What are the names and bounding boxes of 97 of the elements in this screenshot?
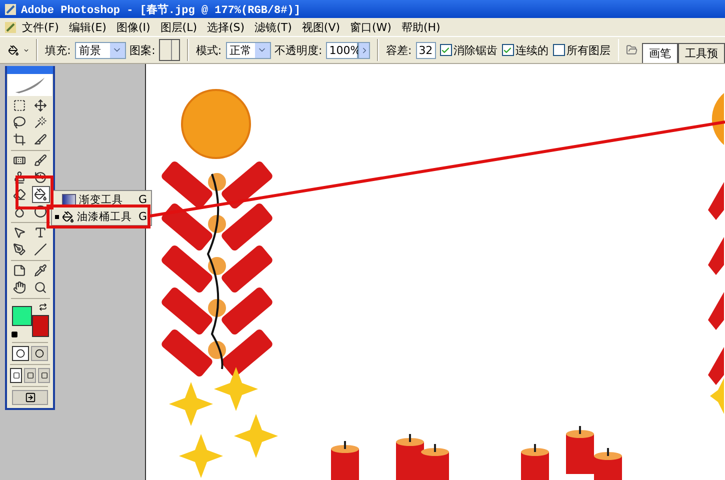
pen-icon xyxy=(13,243,26,256)
foreground-swatch[interactable] xyxy=(12,306,32,326)
lasso-icon xyxy=(13,116,26,130)
mask-mode-button[interactable] xyxy=(31,346,48,361)
brush-icon xyxy=(34,154,47,168)
magic-wand-icon xyxy=(34,116,47,130)
caret-icon xyxy=(110,42,125,58)
screen-mode-button[interactable] xyxy=(10,368,22,383)
tool-button[interactable] xyxy=(10,279,28,296)
shortcut-label: G xyxy=(138,193,147,206)
paint-bucket-icon xyxy=(34,188,47,202)
opacity-label: 不透明度: xyxy=(274,42,322,58)
shortcut-label: G xyxy=(138,210,147,223)
menu-item[interactable]: 图层(L) xyxy=(155,20,202,34)
mode-label: 模式: xyxy=(196,42,222,58)
mode-dropdown[interactable]: 正常 xyxy=(226,42,271,58)
menu-item[interactable]: 选择(S) xyxy=(202,20,250,34)
magnifier-icon xyxy=(34,281,47,294)
candle-drawing xyxy=(521,444,549,480)
arrow-right-icon[interactable] xyxy=(358,42,370,58)
app-icon xyxy=(4,2,17,16)
tool-button[interactable] xyxy=(10,241,28,258)
window-title: Adobe Photoshop - [春节.jpg @ 177%(RGB/8#)] xyxy=(21,2,300,16)
menu-item-label: 油漆桶工具 xyxy=(77,210,132,224)
note-icon xyxy=(13,264,26,278)
tool-button[interactable] xyxy=(10,114,28,132)
circle-icon xyxy=(35,348,44,358)
palette-tab[interactable]: 画笔 xyxy=(642,43,678,63)
app-icon xyxy=(4,20,17,34)
menu-item[interactable]: 窗口(W) xyxy=(345,20,396,34)
eyedropper-icon xyxy=(34,264,47,278)
menu-item[interactable]: 图像(I) xyxy=(111,20,156,34)
checkbox-label: 所有图层 xyxy=(566,42,611,58)
checkbox[interactable] xyxy=(440,44,452,56)
toolbox-header xyxy=(7,66,53,74)
dashed-square-icon xyxy=(13,99,26,112)
menu-item[interactable]: 渐变工具 G xyxy=(52,191,151,208)
candle-drawing xyxy=(331,441,359,480)
tool-button[interactable] xyxy=(32,186,50,204)
hand-icon xyxy=(13,281,26,294)
crop-icon xyxy=(13,133,26,146)
candle-drawing xyxy=(421,444,449,480)
stamp-icon xyxy=(13,171,26,184)
menu-item[interactable]: 编辑(E) xyxy=(64,20,112,34)
screen-mode-button[interactable] xyxy=(38,368,50,383)
pattern-picker[interactable] xyxy=(159,39,180,61)
pointer-icon xyxy=(13,226,26,240)
fill-dropdown[interactable]: 前景 xyxy=(74,42,126,58)
tool-button[interactable] xyxy=(32,97,50,114)
arrow-box-icon xyxy=(24,392,36,403)
type-icon xyxy=(34,226,47,240)
jump-button[interactable] xyxy=(12,390,48,405)
move-icon xyxy=(34,99,47,112)
spark-drawing xyxy=(234,414,278,458)
tolerance-label: 容差: xyxy=(386,42,412,58)
screen-mode-button[interactable] xyxy=(24,368,36,383)
paint-bucket-icon[interactable] xyxy=(8,42,19,58)
menu-item[interactable]: 油漆桶工具 G xyxy=(52,208,151,225)
palette-tab[interactable]: 工具预 xyxy=(678,43,725,63)
checkbox-label: 消除锯齿 xyxy=(454,42,498,58)
knife-icon xyxy=(34,133,47,146)
tolerance-field[interactable]: 32 xyxy=(416,42,436,58)
spark-drawing xyxy=(214,367,258,411)
bandage-icon xyxy=(13,154,26,168)
circle-icon xyxy=(16,348,25,358)
menu-item[interactable]: 帮助(H) xyxy=(396,20,446,34)
tool-button[interactable] xyxy=(10,131,28,148)
feather-logo xyxy=(8,74,52,96)
menu-item-label: 渐变工具 xyxy=(79,192,123,206)
square-icon xyxy=(26,372,34,379)
checkbox[interactable] xyxy=(502,44,514,56)
tool-button[interactable] xyxy=(32,241,50,258)
square-icon xyxy=(12,372,20,379)
eraser-icon xyxy=(13,188,26,202)
default-colors-icon[interactable] xyxy=(11,331,18,338)
caret-icon xyxy=(254,42,270,58)
background-swatch[interactable] xyxy=(32,315,49,338)
fill-label: 填充: xyxy=(45,42,71,58)
square-icon xyxy=(40,372,48,379)
tool-button[interactable] xyxy=(32,203,50,220)
paint-bucket-icon xyxy=(62,210,74,222)
history-icon xyxy=(34,171,47,184)
gradient-icon xyxy=(62,194,76,206)
droplet-icon xyxy=(13,205,26,218)
menu-item[interactable]: 视图(V) xyxy=(296,20,346,34)
pattern-label: 图案: xyxy=(130,42,156,58)
menu-item[interactable]: 滤镜(T) xyxy=(250,20,297,34)
candle-drawing xyxy=(396,434,424,480)
line-icon xyxy=(34,243,47,256)
checkbox[interactable] xyxy=(552,44,565,56)
circle-icon xyxy=(34,205,47,218)
spark-drawing xyxy=(179,434,223,478)
spark-drawing xyxy=(169,382,213,426)
swap-icon[interactable] xyxy=(39,303,47,312)
menu-item[interactable]: 文件(F) xyxy=(17,20,64,34)
checkbox-label: 连续的 xyxy=(516,42,549,58)
mask-mode-button[interactable] xyxy=(12,346,29,361)
